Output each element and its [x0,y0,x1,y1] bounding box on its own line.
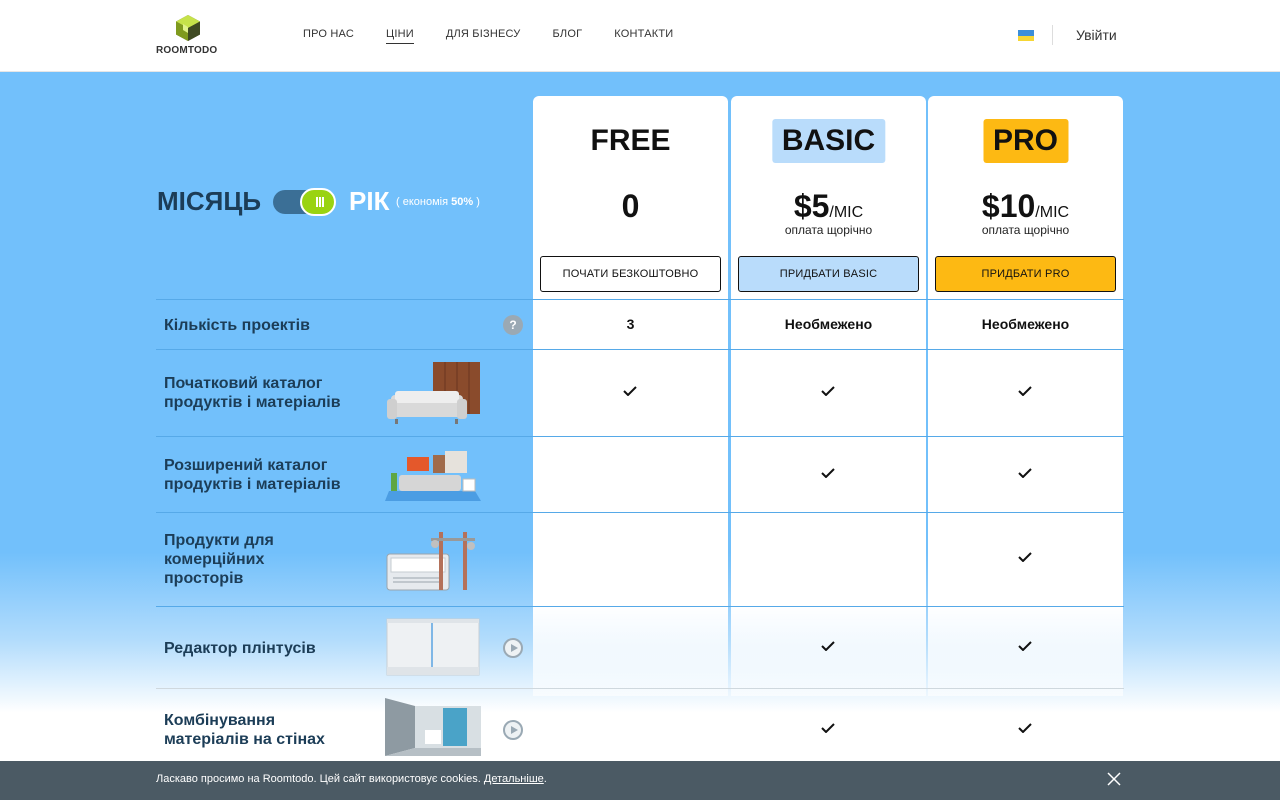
plan-billing-note: оплата щорічно [981,223,1070,237]
check-icon [821,723,835,733]
plan-price: $10/МІС [981,188,1070,224]
plan-price: 0 [621,188,640,224]
cookie-details-link[interactable]: Детальніше [484,773,544,785]
help-icon[interactable]: ? [503,315,523,335]
saving-note: ( економія 50% ) [396,196,480,208]
check-icon [623,386,637,396]
nav-about[interactable]: ПРО НАС [303,28,354,44]
cookie-banner: Ласкаво просимо на Roomtodo. Цей сайт ви… [0,761,1280,800]
logo[interactable]: ROOMTODO [156,14,222,58]
row-divider [156,606,1124,607]
cell-basic-projects: Необмежено [784,316,873,332]
plan-price: $5/МІС [793,188,864,224]
roomtodo-cube-icon [176,15,200,41]
check-icon [1018,386,1032,396]
feature-label: Редактор плінтусів [164,640,316,657]
cookie-text: Ласкаво просимо на Roomtodo. Цей сайт ви… [156,773,547,785]
buy-pro-button[interactable]: ПРИДБАТИ PRO [935,256,1116,292]
start-free-button[interactable]: ПОЧАТИ БЕЗКОШТОВНО [540,256,721,292]
plan-billing-note: оплата щорічно [784,223,873,237]
check-icon [821,386,835,396]
nav-contacts[interactable]: КОНТАКТИ [614,28,673,44]
ukraine-flag-icon[interactable] [1018,30,1034,41]
nav-pricing[interactable]: ЦІНИ [386,28,414,44]
feature-label: Комбінування матеріалів на стінах [164,712,325,748]
play-video-icon[interactable] [503,638,523,658]
check-icon [1018,552,1032,562]
plan-name: BASIC [771,119,886,163]
commercial-fridge-thumbnail [386,532,475,591]
close-icon[interactable] [1106,771,1122,787]
cell-free-projects: 3 [626,316,635,332]
nav-blog[interactable]: БЛОГ [552,28,582,44]
billing-period-toggle[interactable] [273,188,336,216]
feature-label: Продукти для комерційних просторів [164,532,274,587]
check-icon [821,468,835,478]
main-nav: ПРО НАС ЦІНИ ДЛЯ БІЗНЕСУ БЛОГ КОНТАКТИ [303,28,705,44]
row-divider [156,299,1124,300]
billing-year-label[interactable]: РІК [349,186,389,217]
play-video-icon[interactable] [503,720,523,740]
sofa-wood-thumbnail [387,362,480,424]
baseboard-room-thumbnail [386,618,480,676]
check-icon [1018,723,1032,733]
logo-text: ROOMTODO [156,45,218,56]
buy-basic-button[interactable]: ПРИДБАТИ BASIC [738,256,919,292]
header-divider [1052,25,1053,45]
cell-pro-projects: Необмежено [981,316,1070,332]
toggle-knob[interactable] [300,188,336,216]
row-divider [156,512,1124,513]
living-room-thumbnail [385,451,481,501]
row-divider [156,349,1124,350]
site-header: ROOMTODO ПРО НАС ЦІНИ ДЛЯ БІЗНЕСУ БЛОГ К… [0,0,1280,72]
feature-label: Початковий каталог продуктів і матеріалі… [164,375,341,411]
billing-month-label[interactable]: МІСЯЦЬ [157,186,261,217]
bathroom-tiles-thumbnail [385,698,481,756]
check-icon [821,641,835,651]
row-divider [156,436,1124,437]
feature-label: Розширений каталог продуктів і матеріалі… [164,457,341,493]
plan-name: FREE [590,124,671,157]
check-icon [1018,468,1032,478]
plan-name: PRO [982,119,1069,163]
check-icon [1018,641,1032,651]
row-divider [156,688,1124,689]
nav-business[interactable]: ДЛЯ БІЗНЕСУ [446,28,521,44]
login-link[interactable]: Увійти [1076,27,1117,43]
feature-label: Кількість проектів [164,317,310,334]
